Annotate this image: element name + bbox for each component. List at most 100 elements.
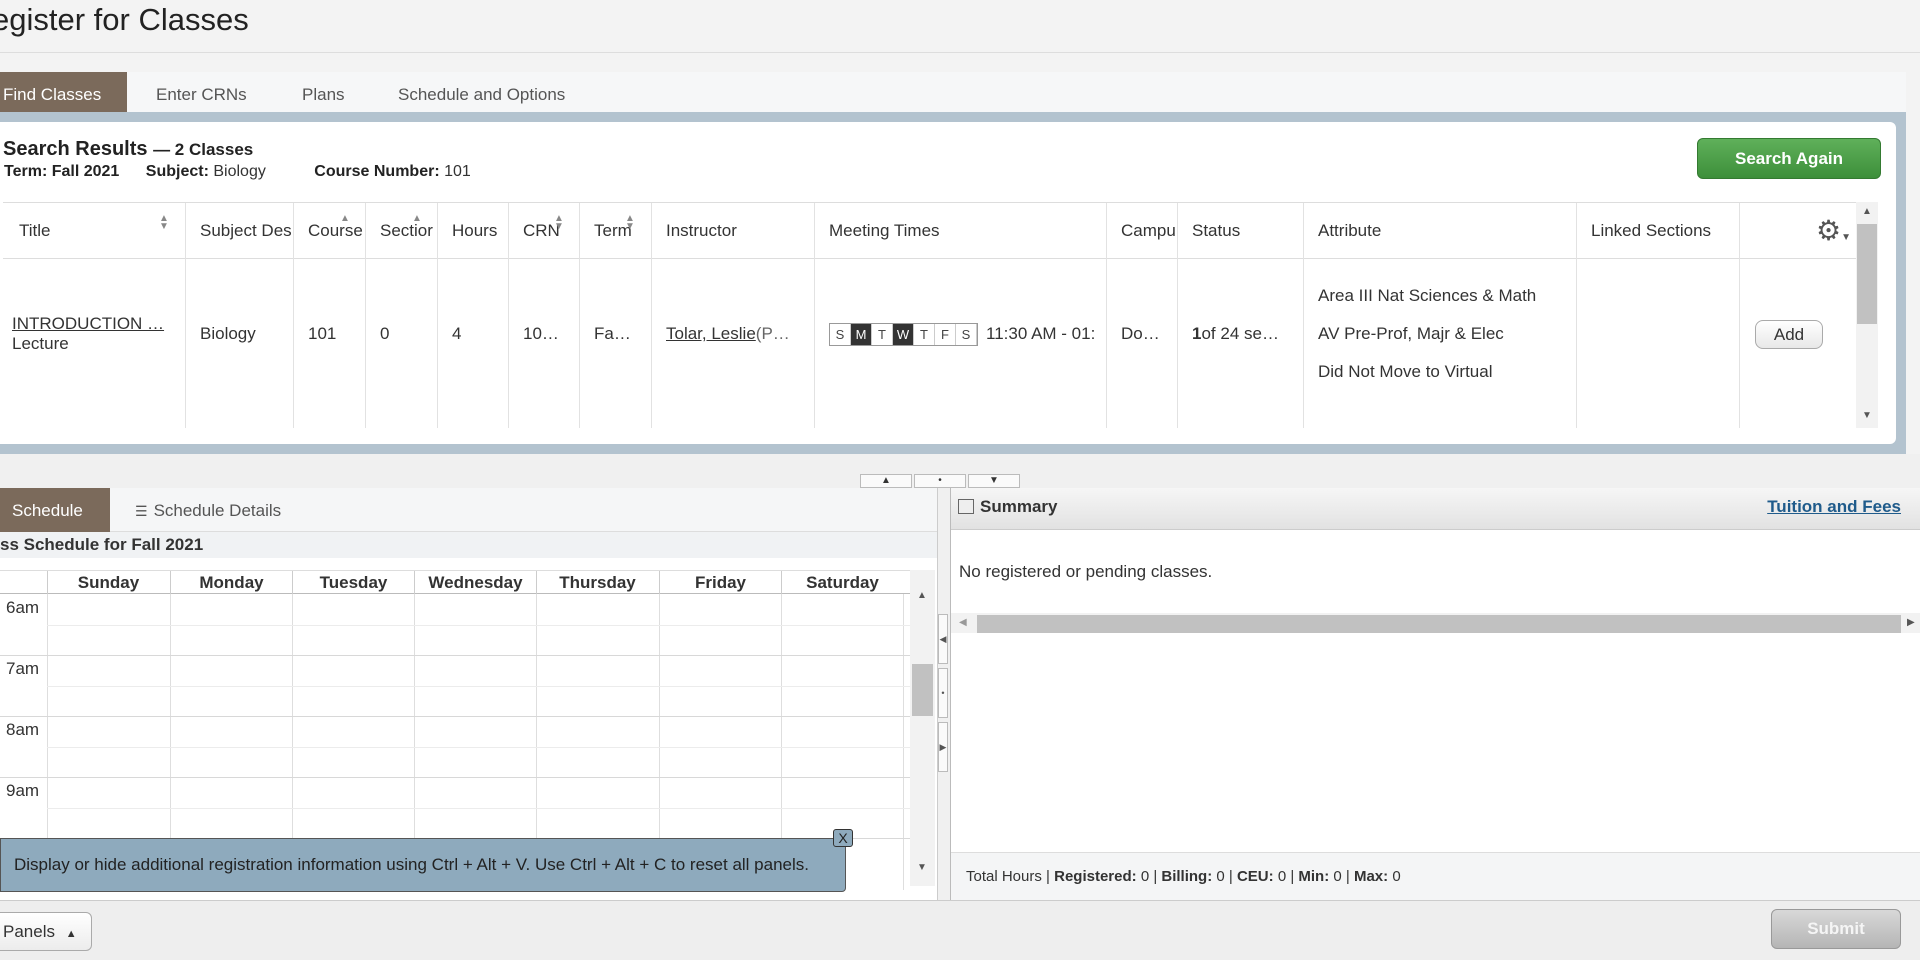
collapse-down-icon[interactable]: ▼ <box>968 474 1020 488</box>
scroll-left-icon[interactable]: ◀ <box>959 617 967 628</box>
cell-hours: 4 <box>452 324 462 343</box>
header-crn[interactable]: CRN <box>509 203 579 259</box>
tab-plans[interactable]: Plans <box>284 72 363 112</box>
summary-scrollbar[interactable]: ◀ ▶ <box>951 613 1920 633</box>
meeting-day: T <box>872 323 893 345</box>
scroll-right-icon[interactable]: ▶ <box>1907 617 1915 628</box>
instructor-link[interactable]: Tolar, Leslie <box>666 324 756 344</box>
billing-value: 0 <box>1216 868 1225 885</box>
subject-label: Subject: <box>145 163 209 180</box>
sort-icon[interactable]: ▲ <box>412 214 422 224</box>
min-value: 0 <box>1333 868 1342 885</box>
grid-line <box>47 686 910 687</box>
day-header: Friday <box>659 571 781 595</box>
gear-icon[interactable]: ⚙▼ <box>1816 214 1851 247</box>
keyboard-tip: Display or hide additional registration … <box>0 838 846 892</box>
cell-title: INTRODUCTION … Lecture <box>3 259 186 409</box>
grid-line <box>0 777 910 778</box>
main-tabs: Find Classes Enter CRNs Plans Schedule a… <box>0 72 1906 112</box>
cell-campus: Do… <box>1121 324 1160 343</box>
tab-schedule-details[interactable]: ☰ Schedule Details <box>115 488 301 532</box>
header-meeting-times[interactable]: Meeting Times <box>815 203 1106 259</box>
day-header: Thursday <box>536 571 658 595</box>
course-title-link[interactable]: INTRODUCTION … <box>12 314 164 334</box>
footer-bar: Panels ▲ <box>0 900 1920 960</box>
tab-find-classes[interactable]: Find Classes <box>0 72 128 112</box>
list-icon: ☰ <box>135 503 148 519</box>
hour-label: 6am <box>6 598 40 617</box>
splitter-controls: ▲ • ▼ <box>860 474 1020 488</box>
day-header: Wednesday <box>414 571 536 595</box>
collapse-left-icon[interactable]: ◀ <box>938 614 948 664</box>
sort-icon[interactable]: ▲ ▼ <box>625 214 635 232</box>
schedule-details-label: Schedule Details <box>153 501 282 520</box>
calendar-scrollbar[interactable]: ▲ ▼ <box>910 570 935 886</box>
subject-value: Biology <box>213 163 266 180</box>
scrollbar-thumb[interactable] <box>977 615 1901 633</box>
sort-icon[interactable]: ▲ ▼ <box>159 214 169 232</box>
scroll-up-icon[interactable]: ▲ <box>1862 206 1872 217</box>
header-course[interactable]: Course <box>294 203 365 259</box>
header-subject[interactable]: Subject Des <box>186 203 293 259</box>
sort-icon[interactable]: ▲ ▼ <box>554 214 564 232</box>
min-label: Min: <box>1298 868 1330 885</box>
grid-line <box>47 808 910 809</box>
scroll-down-icon[interactable]: ▼ <box>1862 410 1872 421</box>
cell-instructor: Tolar, Leslie (P… <box>652 259 815 409</box>
close-tip-button[interactable]: X <box>833 829 853 847</box>
cell-subject: Biology <box>200 324 256 343</box>
results-scrollbar[interactable]: ▲ ▼ <box>1856 202 1878 428</box>
scrollbar-thumb[interactable] <box>1857 224 1877 324</box>
scroll-down-icon[interactable]: ▼ <box>917 862 927 873</box>
grid-line <box>0 716 910 717</box>
term-label: Term: <box>4 163 48 180</box>
hours-summary: Total Hours | Registered: 0 | Billing: 0… <box>951 852 1920 900</box>
caret-up-icon: ▲ <box>65 928 77 940</box>
grid-line <box>47 747 910 748</box>
collapse-up-icon[interactable]: ▲ <box>860 474 912 488</box>
header-attribute[interactable]: Attribute <box>1304 203 1576 259</box>
status-text: of 24 se… <box>1201 324 1279 343</box>
search-results-heading: Search Results <box>3 138 148 160</box>
header-title[interactable]: Title <box>5 203 185 259</box>
meeting-time: 11:30 AM - 01: <box>986 324 1096 343</box>
scrollbar-thumb[interactable] <box>912 664 933 716</box>
header-campus[interactable]: Campu <box>1107 203 1177 259</box>
course-criteria: Course Number: 101 <box>314 163 493 180</box>
add-button[interactable]: Add <box>1755 319 1823 349</box>
scroll-up-icon[interactable]: ▲ <box>917 590 927 601</box>
hour-label: 7am <box>6 659 40 678</box>
tab-schedule-and-options[interactable]: Schedule and Options <box>380 72 583 112</box>
header-section[interactable]: Sectior <box>366 203 437 259</box>
collapse-right-icon[interactable]: ▶ <box>938 722 948 772</box>
schedule-caption: ss Schedule for Fall 2021 <box>0 532 937 558</box>
total-hours-label: Total Hours | <box>966 868 1050 885</box>
results-grid: Title ▲ ▼ Subject Des Course ▲ Sectior ▲ … <box>3 202 1858 428</box>
day-header: Tuesday <box>292 571 414 595</box>
splitter-center-icon[interactable]: • <box>914 474 966 488</box>
search-again-button[interactable]: Search Again <box>1697 138 1881 179</box>
header-term[interactable]: Term <box>580 203 651 259</box>
submit-button[interactable]: Submit <box>1771 909 1901 949</box>
term-value: Fall 2021 <box>51 163 120 180</box>
sort-icon[interactable]: ▲ <box>340 214 350 224</box>
header-hours[interactable]: Hours <box>438 203 508 259</box>
meeting-day: T <box>914 323 935 345</box>
tuition-and-fees-link[interactable]: Tuition and Fees <box>1767 488 1901 526</box>
panels-label: Panels <box>3 922 55 941</box>
schedule-tabs: Schedule ☰ Schedule Details <box>0 488 937 532</box>
panels-button[interactable]: Panels ▲ <box>0 912 92 951</box>
header-instructor[interactable]: Instructor <box>652 203 814 259</box>
header-linked-sections[interactable]: Linked Sections <box>1577 203 1739 259</box>
attribute-item: AV Pre-Prof, Majr & Elec <box>1318 324 1504 343</box>
attribute-item: Did Not Move to Virtual <box>1318 362 1493 381</box>
grid-line <box>0 655 910 656</box>
cell-meeting-times: SMTWTFS 11:30 AM - 01: <box>815 259 1107 409</box>
cell-status: 1 of 24 se… <box>1178 259 1304 409</box>
header-status[interactable]: Status <box>1178 203 1303 259</box>
cell-course: 101 <box>308 324 337 343</box>
tab-enter-crns[interactable]: Enter CRNs <box>138 72 265 112</box>
tab-schedule[interactable]: Schedule <box>0 488 110 532</box>
registered-label: Registered: <box>1054 868 1137 885</box>
splitter-center-icon[interactable]: • <box>938 668 948 718</box>
